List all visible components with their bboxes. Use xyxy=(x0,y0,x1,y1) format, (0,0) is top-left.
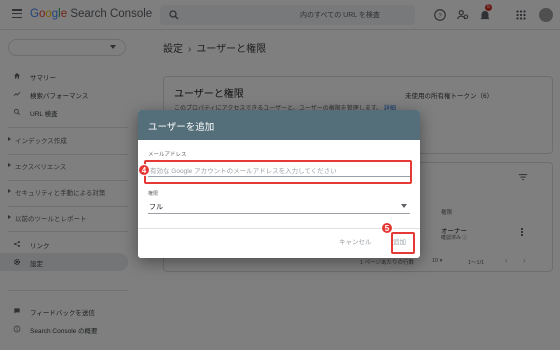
step-4-marker: 4 xyxy=(138,164,150,176)
permission-select[interactable]: フル xyxy=(148,198,410,214)
permission-field-label: 権限 xyxy=(148,191,159,197)
permission-value: フル xyxy=(149,204,163,211)
add-button-highlight xyxy=(391,232,415,254)
add-user-dialog: ユーザーを追加 メールアドレス 有効な Google アカウントのメールアドレス… xyxy=(138,110,420,258)
chevron-down-icon xyxy=(401,204,407,208)
dialog-header: ユーザーを追加 xyxy=(138,110,420,140)
cancel-button[interactable]: キャンセル xyxy=(339,236,372,246)
email-field-highlight xyxy=(144,160,412,184)
step-5-marker: 5 xyxy=(381,222,393,234)
email-field-label: メールアドレス xyxy=(148,152,187,158)
dialog-divider xyxy=(138,228,420,229)
dialog-title: ユーザーを追加 xyxy=(148,122,215,133)
